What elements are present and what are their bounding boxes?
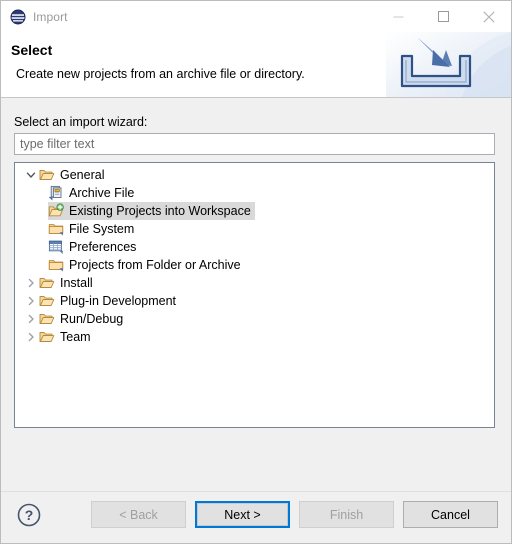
- open-folder-icon: [39, 311, 55, 327]
- tree-item-content[interactable]: Install: [23, 274, 97, 292]
- tree-item-content[interactable]: Projects from Folder or Archive: [48, 256, 245, 274]
- page-description: Create new projects from an archive file…: [16, 67, 305, 81]
- eclipse-globe-icon: [10, 9, 26, 25]
- maximize-icon[interactable]: [421, 1, 466, 32]
- tree-item-label: General: [60, 168, 105, 182]
- import-wizard-tree[interactable]: General Archive File Existing Projects int…: [14, 162, 495, 428]
- chevron-right-icon[interactable]: [23, 274, 39, 292]
- help-question-icon[interactable]: ?: [15, 501, 43, 529]
- tree-item-label: File System: [69, 222, 135, 236]
- tree-item-general[interactable]: General: [15, 166, 494, 184]
- chevron-right-icon[interactable]: [23, 310, 39, 328]
- tree-item-label: Install: [60, 276, 93, 290]
- minimize-icon[interactable]: [376, 1, 421, 32]
- tree-item-run-debug[interactable]: Run/Debug: [15, 310, 494, 328]
- tree-item-team[interactable]: Team: [15, 328, 494, 346]
- tree-item-content[interactable]: Team: [23, 328, 95, 346]
- tree-item-label: Projects from Folder or Archive: [69, 258, 241, 272]
- import-wizard-dialog: Import Select Create new projects from a…: [0, 0, 512, 544]
- chevron-right-icon[interactable]: [23, 328, 39, 346]
- tree-item-projects-from-folder-or-archive[interactable]: Projects from Folder or Archive: [15, 256, 494, 274]
- tree-item-label: Existing Projects into Workspace: [69, 204, 251, 218]
- preferences-table-icon: [48, 239, 64, 255]
- tree-item-archive-file[interactable]: Archive File: [15, 184, 494, 202]
- tree-item-label: Archive File: [69, 186, 135, 200]
- chevron-right-icon[interactable]: [23, 292, 39, 310]
- folder-icon: [48, 221, 64, 237]
- tree-item-content[interactable]: File System: [48, 220, 138, 238]
- tree-item-label: Run/Debug: [60, 312, 124, 326]
- window-title: Import: [33, 9, 68, 24]
- open-folder-icon: [39, 167, 55, 183]
- tree-item-content[interactable]: Run/Debug: [23, 310, 127, 328]
- back-button: < Back: [91, 501, 186, 528]
- tree-item-content[interactable]: Archive File: [48, 184, 138, 202]
- title-bar: Import: [1, 1, 511, 32]
- wizard-body: Select an import wizard: General Archive …: [1, 98, 511, 491]
- tree-item-install[interactable]: Install: [15, 274, 494, 292]
- wizard-header: Select Create new projects from an archi…: [1, 32, 511, 98]
- svg-text:?: ?: [25, 507, 34, 523]
- wizard-footer: ? < Back Next > Finish Cancel: [1, 491, 511, 543]
- open-folder-icon: [39, 293, 55, 309]
- folder-icon: [48, 257, 64, 273]
- import-projects-folder-icon: [48, 203, 64, 219]
- tree-item-content[interactable]: Existing Projects into Workspace: [48, 202, 255, 220]
- import-arrow-icon: [386, 32, 511, 97]
- open-folder-icon: [39, 275, 55, 291]
- tree-item-plug-in-development[interactable]: Plug-in Development: [15, 292, 494, 310]
- tree-item-preferences[interactable]: Preferences: [15, 238, 494, 256]
- tree-item-content[interactable]: Plug-in Development: [23, 292, 180, 310]
- tree-item-existing-projects-into-workspace[interactable]: Existing Projects into Workspace: [15, 202, 494, 220]
- close-icon[interactable]: [466, 1, 511, 32]
- tree-item-content[interactable]: General: [23, 166, 108, 184]
- open-folder-icon: [39, 329, 55, 345]
- finish-button: Finish: [299, 501, 394, 528]
- filter-label: Select an import wizard:: [14, 115, 148, 129]
- filter-input[interactable]: [14, 133, 495, 155]
- window-controls: [376, 1, 511, 32]
- tree-item-label: Preferences: [69, 240, 137, 254]
- chevron-down-icon[interactable]: [23, 166, 39, 184]
- tree-item-label: Plug-in Development: [60, 294, 177, 308]
- page-title: Select: [11, 42, 53, 58]
- cancel-button[interactable]: Cancel: [403, 501, 498, 528]
- dialog-buttons: < Back Next > Finish Cancel: [91, 501, 498, 528]
- next-button[interactable]: Next >: [195, 501, 290, 528]
- tree-item-label: Team: [60, 330, 91, 344]
- tree-item-content[interactable]: Preferences: [48, 238, 140, 256]
- archive-file-icon: [48, 185, 64, 201]
- tree-item-file-system[interactable]: File System: [15, 220, 494, 238]
